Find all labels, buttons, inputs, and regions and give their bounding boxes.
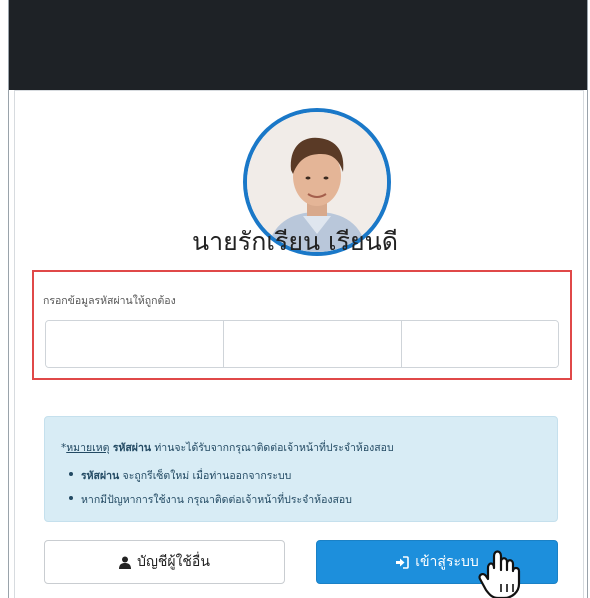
sign-in-icon [395,555,410,569]
note-item: หากมีปัญหาการใช้งาน กรุณาติดต่อเจ้าหน้าท… [69,491,352,508]
note-headline: *หมายเหตุ รหัสผ่าน ท่านจะได้รับจากกรุณาต… [61,439,394,456]
login-label: เข้าสู่ระบบ [415,554,479,570]
note-item-text: หากมีปัญหาการใช้งาน กรุณาติดต่อเจ้าหน้าท… [81,494,352,506]
note-item-keyword: รหัสผ่าน [81,470,120,482]
other-account-label: บัญชีผู้ใช้อื่น [137,554,210,570]
hand-pointer-icon [478,550,521,598]
password-cell-3[interactable] [402,321,558,367]
note-item: รหัสผ่าน จะถูกรีเซ็ตใหม่ เมื่อท่านออกจาก… [69,467,352,484]
info-note: *หมายเหตุ รหัสผ่าน ท่านจะได้รับจากกรุณาต… [44,416,558,522]
note-remark-label: หมายเหตุ [66,442,110,454]
user-full-name: นายรักเรียน เรียนดี [192,227,398,256]
user-icon [119,556,132,569]
other-account-button[interactable]: บัญชีผู้ใช้อื่น [44,540,285,584]
note-list: รหัสผ่าน จะถูกรีเซ็ตใหม่ เมื่อท่านออกจาก… [69,467,352,515]
password-cell-1[interactable] [46,321,224,367]
note-keyword: รหัสผ่าน [112,442,152,454]
password-cells [45,320,559,368]
note-message: ท่านจะได้รับจากกรุณาติดต่อเจ้าหน้าที่ประ… [154,442,394,454]
note-item-text: จะถูกรีเซ็ตใหม่ เมื่อท่านออกจากระบบ [122,470,292,482]
password-entry-box: กรอกข้อมูลรหัสผ่านให้ถูกต้อง [32,270,572,380]
password-cell-2[interactable] [224,321,402,367]
header-dark-band [8,0,588,90]
password-label: กรอกข้อมูลรหัสผ่านให้ถูกต้อง [43,295,176,307]
